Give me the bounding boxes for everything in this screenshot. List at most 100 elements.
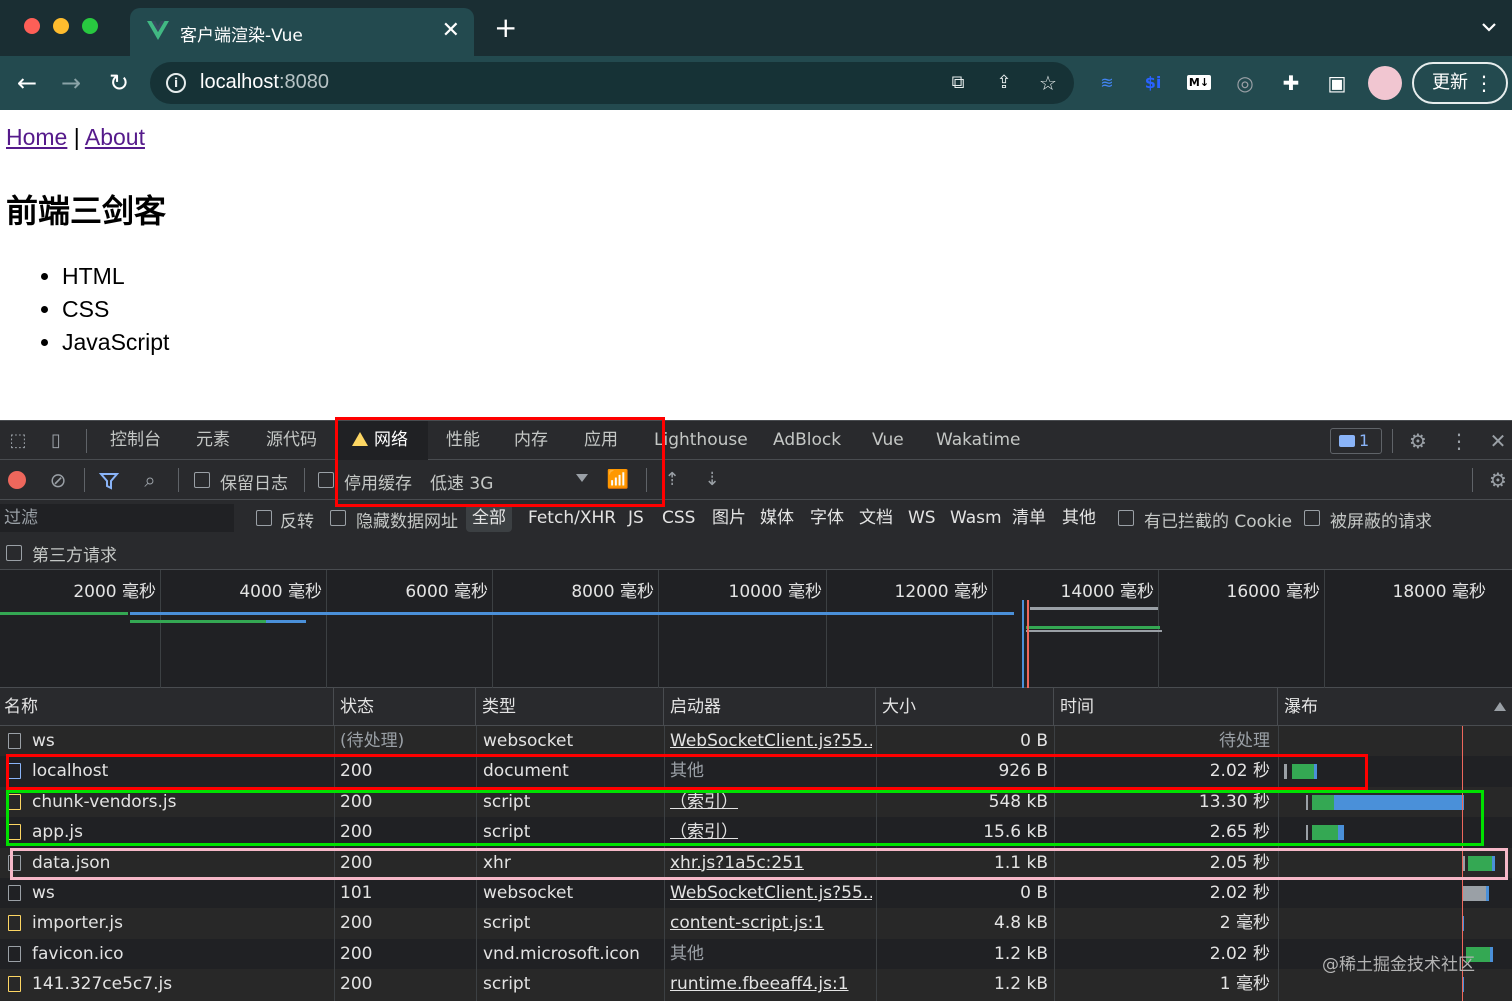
inspect-element-icon[interactable]: ⬚ [6, 429, 30, 453]
table-row[interactable]: ws (待处理) websocket WebSocketClient.js?55… 0 … [0, 726, 1512, 757]
table-row[interactable]: ws 101 websocket WebSocketClient.js?55… 0 B 2… [0, 878, 1512, 909]
share-icon[interactable]: ⇪ [992, 71, 1016, 95]
tab-sources[interactable]: 源代码 [252, 421, 331, 460]
invert-checkbox[interactable] [256, 510, 272, 526]
tab-lighthouse[interactable]: Lighthouse [640, 421, 762, 460]
layers-extension-icon[interactable]: ≋ [1094, 70, 1120, 96]
update-button[interactable]: 更新 ⋮ [1412, 62, 1508, 104]
blocked-requests-checkbox[interactable] [1304, 510, 1320, 526]
tab-elements[interactable]: 元素 [182, 421, 244, 460]
network-overview[interactable]: 2000 毫秒 4000 毫秒 6000 毫秒 8000 毫秒 10000 毫秒… [0, 570, 1512, 688]
chevron-down-icon[interactable] [576, 474, 588, 482]
tab-console[interactable]: 控制台 [96, 421, 175, 460]
type-filter-font[interactable]: 字体 [804, 504, 850, 532]
column-header-initiator[interactable]: 启动器 [664, 688, 876, 726]
column-header-type[interactable]: 类型 [476, 688, 664, 726]
cell-initiator[interactable]: xhr.js?1a5c:251 [670, 848, 872, 878]
translate-icon[interactable]: ⧉ [946, 71, 970, 95]
preserve-log-checkbox[interactable] [194, 472, 210, 488]
type-filter-all[interactable]: 全部 [466, 504, 512, 532]
more-vert-icon[interactable]: ⋮ [1447, 429, 1471, 453]
circle-extension-icon[interactable]: ◎ [1232, 70, 1258, 96]
gear-icon[interactable]: ⚙ [1406, 429, 1430, 453]
table-row[interactable]: favicon.ico 200 vnd.microsoft.icon 其他 1.2 kB… [0, 938, 1512, 970]
hide-data-urls-checkbox[interactable] [330, 510, 346, 526]
bookmark-star-icon[interactable]: ☆ [1036, 71, 1060, 95]
site-info-icon[interactable]: i [166, 73, 186, 93]
profile-avatar[interactable] [1368, 66, 1402, 100]
dollar-extension-icon[interactable]: $i [1140, 70, 1166, 96]
table-row[interactable]: app.js 200 script （索引） 15.6 kB 2.65 秒 [0, 817, 1512, 848]
cell-initiator[interactable]: （索引） [670, 817, 872, 847]
table-row[interactable]: 141.327ce5c7.js 200 script runtime.fbeeaff4… [0, 969, 1512, 1000]
type-filter-js[interactable]: JS [622, 504, 650, 532]
tab-memory[interactable]: 内存 [500, 421, 562, 460]
disable-cache-checkbox[interactable] [318, 472, 334, 488]
new-tab-icon[interactable]: + [494, 14, 517, 42]
tab-network[interactable]: 网络 [338, 421, 428, 460]
column-header-status[interactable]: 状态 [334, 688, 476, 726]
type-filter-img[interactable]: 图片 [706, 504, 752, 532]
type-filter-ws[interactable]: WS [902, 504, 942, 532]
table-row[interactable]: chunk-vendors.js 200 script （索引） 548 kB 13.30… [0, 786, 1512, 818]
tab-performance[interactable]: 性能 [432, 421, 494, 460]
more-vert-icon[interactable]: ⋮ [1474, 64, 1494, 102]
network-settings-gear-icon[interactable]: ⚙ [1486, 468, 1510, 492]
tab-wakatime[interactable]: Wakatime [922, 421, 1035, 460]
window-maximize-button[interactable] [82, 18, 98, 34]
cell-initiator[interactable]: （索引） [670, 787, 872, 817]
issues-badge[interactable]: 1 [1330, 428, 1382, 454]
address-bar[interactable]: i localhost:8080 ⧉ ⇪ ☆ [150, 62, 1074, 104]
search-icon[interactable]: ⌕ [138, 468, 162, 492]
cell-initiator[interactable]: content-script.js:1 [670, 908, 872, 938]
puzzle-icon[interactable]: ✚ [1278, 70, 1304, 96]
table-row[interactable]: data.json 200 xhr xhr.js?1a5c:251 1.1 kB 2.05… [0, 847, 1512, 878]
nav-about-link[interactable]: About [85, 124, 145, 150]
filter-input[interactable]: 过滤 [0, 504, 234, 532]
column-header-name[interactable]: 名称 [0, 688, 334, 726]
type-filter-manifest[interactable]: 清单 [1006, 504, 1052, 532]
import-har-icon[interactable]: ⇡ [660, 468, 684, 492]
record-button[interactable] [8, 471, 26, 489]
type-filter-css[interactable]: CSS [656, 504, 701, 532]
column-header-waterfall[interactable]: 瀑布 [1278, 688, 1512, 726]
window-close-button[interactable] [24, 18, 40, 34]
tab-vue[interactable]: Vue [858, 421, 918, 460]
column-header-time[interactable]: 时间 [1054, 688, 1278, 726]
sort-ascending-icon[interactable] [1494, 702, 1506, 711]
table-row[interactable]: importer.js 200 script content-script.js:1 4… [0, 908, 1512, 939]
table-row[interactable]: localhost 200 document 其他 926 B 2.02 秒 [0, 756, 1512, 787]
device-toolbar-icon[interactable]: ▯ [44, 429, 68, 453]
cell-name: ws [32, 883, 55, 903]
reload-icon[interactable]: ↻ [104, 68, 134, 98]
chevron-down-icon[interactable] [1480, 18, 1498, 36]
throttling-select[interactable]: 低速 3G [430, 469, 493, 494]
window-minimize-button[interactable] [53, 18, 69, 34]
type-filter-other[interactable]: 其他 [1056, 504, 1102, 532]
type-filter-media[interactable]: 媒体 [754, 504, 800, 532]
back-arrow-icon[interactable]: ← [12, 68, 42, 98]
browser-tab[interactable]: 客户端渲染-Vue ✕ [130, 8, 474, 56]
forward-arrow-icon[interactable]: → [56, 68, 86, 98]
type-filter-fetch-xhr[interactable]: Fetch/XHR [522, 504, 622, 532]
cell-initiator[interactable]: runtime.fbeeaff4.js:1 [670, 969, 872, 999]
export-har-icon[interactable]: ⇣ [700, 468, 724, 492]
clear-icon[interactable]: ⊘ [46, 468, 70, 492]
type-filter-wasm[interactable]: Wasm [944, 504, 1008, 532]
cell-initiator[interactable]: WebSocketClient.js?55… [670, 878, 872, 908]
nav-home-link[interactable]: Home [6, 124, 67, 150]
filter-icon[interactable] [98, 470, 120, 492]
tab-adblock[interactable]: AdBlock [759, 421, 855, 460]
tab-close-icon[interactable]: ✕ [442, 18, 460, 44]
network-conditions-icon[interactable]: 📶 [606, 468, 630, 492]
close-icon[interactable]: ✕ [1486, 429, 1510, 453]
cell-initiator[interactable]: WebSocketClient.js?55… [670, 726, 872, 756]
column-header-size[interactable]: 大小 [876, 688, 1054, 726]
type-filter-doc[interactable]: 文档 [853, 504, 899, 532]
markdown-extension-icon[interactable]: M↓ [1186, 70, 1212, 96]
third-party-checkbox[interactable] [6, 545, 22, 561]
tab-application[interactable]: 应用 [570, 421, 632, 460]
cell-status: 200 [340, 822, 373, 843]
blocked-cookies-checkbox[interactable] [1118, 510, 1134, 526]
side-panel-icon[interactable]: ▣ [1324, 70, 1350, 96]
